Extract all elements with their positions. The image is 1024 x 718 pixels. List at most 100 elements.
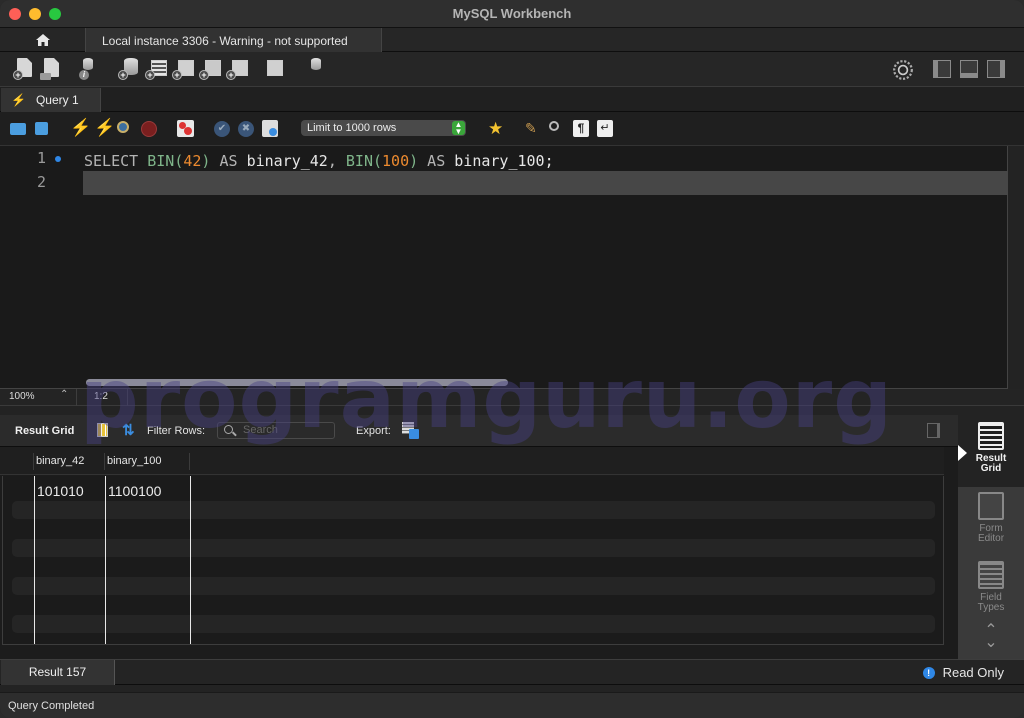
editor-horizontal-scrollbar[interactable] bbox=[86, 379, 508, 386]
query-tab-bar: ⚡ Query 1 bbox=[0, 87, 1024, 112]
create-schema-icon[interactable]: + bbox=[118, 58, 140, 80]
open-file-icon[interactable] bbox=[10, 123, 26, 135]
status-text: Query Completed bbox=[8, 700, 95, 712]
column-line bbox=[105, 476, 106, 644]
side-item-field-types[interactable]: Field Types bbox=[958, 561, 1024, 613]
tab-query-1[interactable]: ⚡ Query 1 bbox=[1, 88, 101, 112]
cursor-position: 1:2 bbox=[94, 391, 108, 402]
sql-token: ( bbox=[174, 152, 184, 170]
form-editor-icon bbox=[978, 492, 1004, 520]
zoom-stepper-icon[interactable]: ⌃ bbox=[60, 389, 68, 400]
select-arrows-icon: ▲ ▼ bbox=[452, 121, 465, 136]
sql-token: BIN bbox=[345, 152, 373, 170]
column-line bbox=[34, 476, 35, 644]
side-item-form-editor[interactable]: Form Editor bbox=[958, 492, 1024, 544]
zoom-level[interactable]: 100% bbox=[9, 391, 35, 402]
table-data-search-icon[interactable] bbox=[265, 58, 287, 80]
sql-token: AS bbox=[418, 152, 455, 170]
add-snippet-icon[interactable]: ★ bbox=[488, 119, 504, 138]
empty-row bbox=[12, 501, 935, 519]
lightning-icon: ⚡ bbox=[11, 93, 26, 107]
column-header-binary-42[interactable]: binary_42 bbox=[36, 455, 84, 467]
toggle-secondary-sidebar-icon[interactable] bbox=[987, 60, 1005, 78]
line-number: 2 bbox=[36, 173, 46, 191]
sql-token: binary_42 bbox=[246, 152, 328, 170]
empty-row bbox=[12, 615, 935, 633]
cell-binary-42[interactable]: 101010 bbox=[37, 483, 84, 499]
toggle-continue-on-error-icon[interactable] bbox=[177, 120, 194, 137]
column-toggle-icon[interactable] bbox=[97, 423, 108, 437]
result-tabs: Result 157 ! Read Only bbox=[0, 659, 1024, 685]
beautify-icon[interactable]: ✎ bbox=[525, 120, 541, 136]
word-wrap-icon[interactable]: ↵ bbox=[597, 120, 613, 137]
line-gutter: 1 2 bbox=[0, 146, 82, 388]
empty-row bbox=[12, 577, 935, 595]
code-line: SELECT BIN(42) AS binary_42, BIN(100) AS… bbox=[84, 149, 554, 173]
empty-row bbox=[12, 539, 935, 557]
create-view-icon[interactable]: + bbox=[172, 58, 194, 80]
sql-editor[interactable]: 1 2 SELECT BIN(42) AS binary_42, BIN(100… bbox=[0, 146, 1008, 389]
explain-icon[interactable] bbox=[117, 121, 133, 137]
title-bar: MySQL Workbench bbox=[0, 0, 1024, 28]
line-number: 1 bbox=[36, 149, 46, 167]
column-line bbox=[190, 476, 191, 644]
side-scroll-arrows-icon[interactable]: ⌃ ⌄ bbox=[958, 623, 1024, 651]
rollback-icon[interactable]: ✖ bbox=[238, 121, 254, 137]
refresh-icon[interactable]: ⇅ bbox=[122, 421, 135, 439]
new-sql-tab-icon[interactable]: + bbox=[13, 58, 35, 80]
reconnect-icon[interactable] bbox=[305, 58, 327, 80]
export-icon[interactable] bbox=[402, 422, 419, 439]
execute-current-statement-icon[interactable]: ⚡ bbox=[94, 118, 115, 137]
window-title: MySQL Workbench bbox=[452, 6, 572, 21]
result-toolbar: Result Grid ⇅ Filter Rows: Search Export… bbox=[0, 415, 958, 447]
execute-icon[interactable]: ⚡ bbox=[70, 118, 91, 137]
cell-binary-100[interactable]: 1100100 bbox=[108, 483, 161, 499]
toggle-output-icon[interactable] bbox=[960, 60, 978, 78]
limit-rows-select[interactable]: Limit to 1000 rows ▲ ▼ bbox=[301, 120, 466, 136]
current-line-highlight bbox=[83, 171, 1008, 195]
save-file-icon[interactable] bbox=[35, 122, 48, 135]
grid-header: binary_42 binary_100 bbox=[0, 447, 944, 475]
schema-inspector-icon[interactable]: i bbox=[79, 58, 101, 80]
sql-token: binary_100 bbox=[454, 152, 545, 170]
statement-marker-icon bbox=[55, 156, 61, 162]
result-grid-label: Result Grid bbox=[15, 425, 75, 437]
connection-tab-bar: Local instance 3306 - Warning - not supp… bbox=[0, 28, 1024, 52]
filter-rows-label: Filter Rows: bbox=[147, 425, 206, 437]
settings-icon[interactable] bbox=[892, 59, 914, 81]
limit-rows-value: Limit to 1000 rows bbox=[307, 122, 397, 134]
filter-rows-search-input[interactable]: Search bbox=[217, 422, 335, 439]
connection-tab[interactable]: Local instance 3306 - Warning - not supp… bbox=[85, 28, 382, 52]
side-item-label: Types bbox=[977, 602, 1005, 613]
create-table-icon[interactable]: + bbox=[145, 58, 167, 80]
result-grid-icon bbox=[978, 422, 1004, 450]
status-bar: Query Completed bbox=[0, 692, 1024, 718]
mysql-workbench-window: MySQL Workbench Local instance 3306 - Wa… bbox=[0, 0, 1024, 718]
column-divider bbox=[33, 453, 34, 470]
sql-token: ) bbox=[409, 152, 419, 170]
result-grid: binary_42 binary_100 101010 1100100 bbox=[0, 447, 958, 659]
find-replace-icon[interactable] bbox=[549, 121, 565, 137]
read-only-label: Read Only bbox=[942, 665, 1004, 680]
field-types-icon bbox=[978, 561, 1004, 589]
export-label: Export: bbox=[356, 425, 391, 437]
stop-icon[interactable] bbox=[141, 121, 157, 137]
commit-icon[interactable]: ✔ bbox=[214, 121, 230, 137]
create-procedure-icon[interactable]: + bbox=[199, 58, 221, 80]
invisible-characters-icon[interactable]: ¶ bbox=[573, 120, 589, 137]
toggle-autocommit-icon[interactable] bbox=[262, 120, 278, 137]
column-header-binary-100[interactable]: binary_100 bbox=[107, 455, 161, 467]
open-sql-file-icon[interactable] bbox=[40, 58, 62, 80]
sql-token: , bbox=[327, 152, 346, 170]
create-function-icon[interactable]: + bbox=[226, 58, 248, 80]
search-icon bbox=[224, 425, 233, 434]
home-tab[interactable] bbox=[0, 28, 85, 52]
sql-token: BIN bbox=[147, 152, 175, 170]
toggle-wrap-cell-icon[interactable] bbox=[927, 423, 940, 438]
toggle-sidebar-icon[interactable] bbox=[933, 60, 951, 78]
side-item-result-grid[interactable]: Result Grid bbox=[958, 422, 1024, 474]
tab-result[interactable]: Result 157 bbox=[1, 660, 115, 685]
column-divider bbox=[189, 453, 190, 470]
sql-token: ( bbox=[373, 152, 383, 170]
